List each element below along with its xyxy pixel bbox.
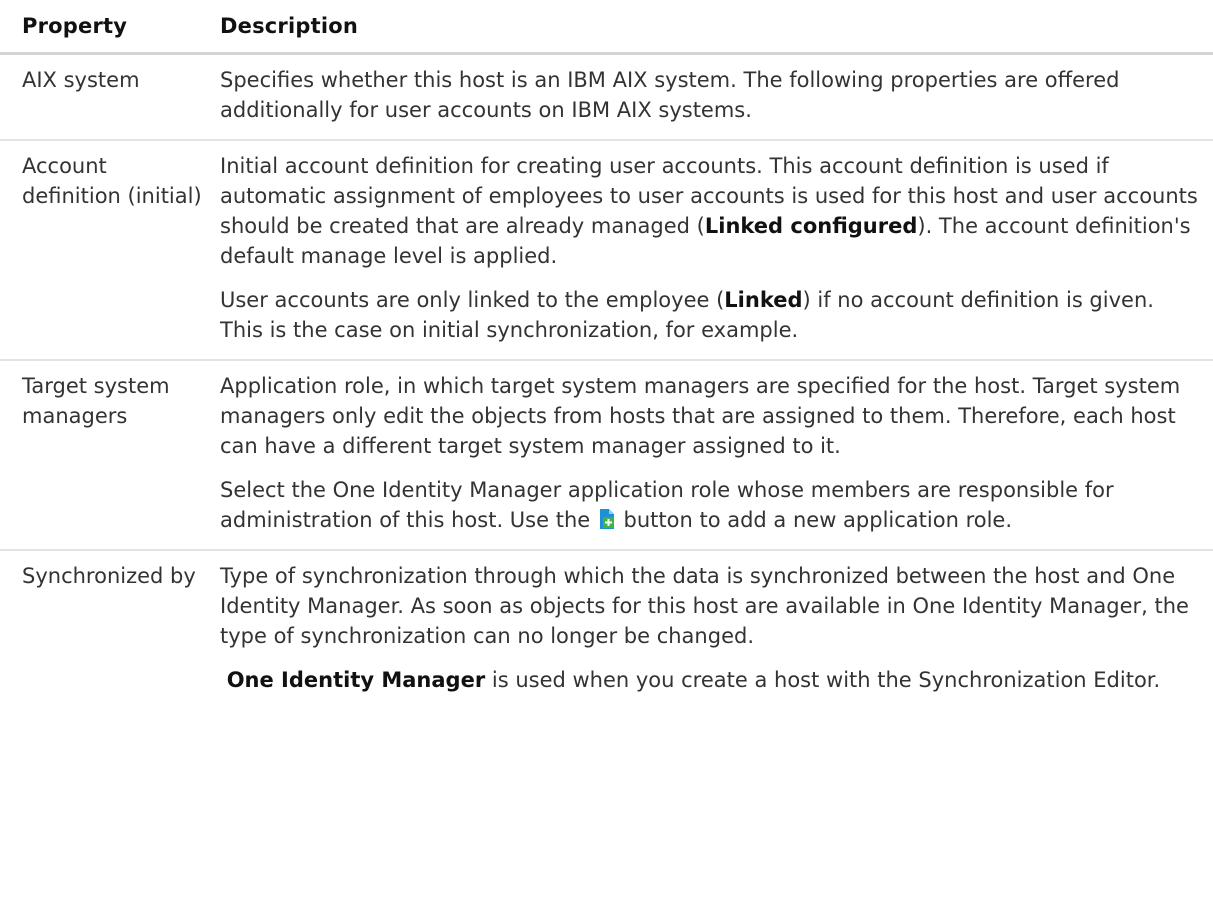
description-paragraph: Initial account definition for creating … — [220, 151, 1199, 271]
property-name: Target system managers — [0, 360, 208, 551]
add-document-icon — [599, 509, 614, 529]
property-name: AIX system — [0, 53, 208, 141]
description-paragraph: Select the One Identity Manager applicat… — [220, 475, 1199, 535]
bold-term: Linked — [724, 288, 803, 312]
header-description: Description — [208, 0, 1213, 55]
property-table: Property Description AIX system Specifie… — [0, 0, 1213, 709]
bold-term: One Identity Manager — [226, 668, 486, 692]
property-description: Initial account definition for creating … — [208, 140, 1213, 361]
description-paragraph: One Identity Manager is used when you cr… — [220, 665, 1199, 695]
description-paragraph: Specifies whether this host is an IBM AI… — [220, 68, 1120, 122]
property-name: Synchronized by — [22, 564, 196, 588]
text-run: button to add a new application role. — [616, 508, 1013, 532]
property-description: Application role, in which target system… — [208, 360, 1213, 551]
description-paragraph: Type of synchronization through which th… — [220, 564, 1189, 648]
header-property: Property — [0, 0, 208, 55]
bold-term: Linked configured — [704, 214, 918, 238]
text-run: User accounts are only linked to the emp… — [220, 288, 725, 312]
table-row: Synchronized by Type of synchronization … — [0, 550, 1213, 709]
table-header-row: Property Description — [0, 0, 1213, 55]
property-description: Specifies whether this host is an IBM AI… — [208, 53, 1213, 141]
property-description: Type of synchronization through which th… — [208, 550, 1213, 709]
property-name: Account definition (initial) — [0, 140, 208, 361]
table-row: Account definition (initial) Initial acc… — [0, 140, 1213, 361]
description-paragraph: User accounts are only linked to the emp… — [220, 285, 1199, 345]
property-table-page: Property Description AIX system Specifie… — [0, 0, 1213, 908]
description-paragraph: Application role, in which target system… — [220, 374, 1181, 458]
table-row: AIX system Specifies whether this host i… — [0, 53, 1213, 141]
text-run: is used when you create a host with the … — [485, 668, 1161, 692]
table-row: Target system managers Application role,… — [0, 360, 1213, 551]
